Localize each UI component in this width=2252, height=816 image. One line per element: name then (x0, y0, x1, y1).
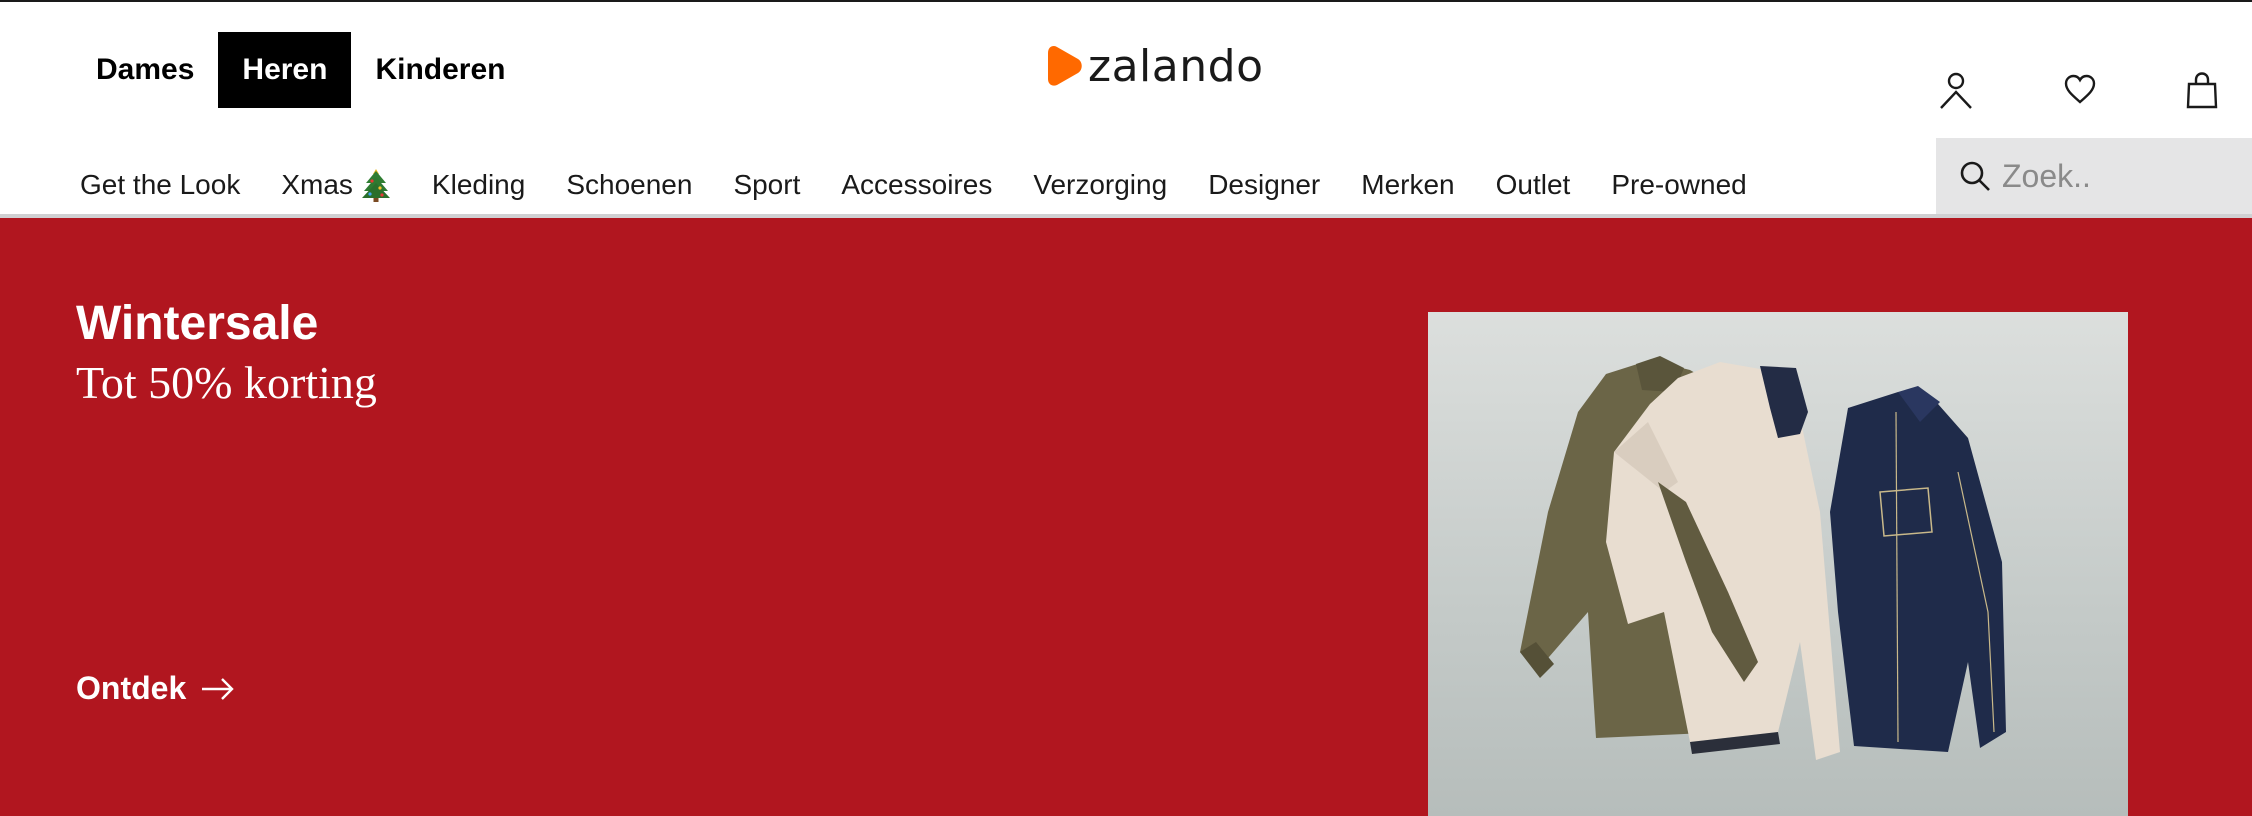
shopping-bag-icon (2186, 72, 2218, 109)
heart-icon (2064, 74, 2096, 104)
category-pre-owned[interactable]: Pre-owned (1611, 169, 1746, 201)
arrow-right-icon (202, 677, 234, 700)
category-get-the-look[interactable]: Get the Look (80, 169, 240, 201)
hero-banner[interactable]: Wintersale Tot 50% korting Ontdek (0, 218, 2252, 816)
category-nav: Get the Look Xmas Kleding Schoenen Sport… (80, 164, 1788, 206)
wishlist-button[interactable] (2058, 66, 2102, 114)
hero-cta-link[interactable]: Ontdek (76, 670, 236, 707)
cart-button[interactable] (2180, 66, 2224, 114)
category-schoenen[interactable]: Schoenen (566, 169, 692, 201)
hanging-jackets-image (1520, 356, 2006, 760)
gender-tab-dames[interactable]: Dames (72, 32, 218, 108)
hero-product-image[interactable] (1428, 312, 2128, 816)
gender-tab-kinderen[interactable]: Kinderen (351, 32, 529, 108)
christmas-tree-icon (361, 167, 391, 203)
user-icon (1940, 72, 1972, 109)
search-icon (1960, 161, 1990, 191)
category-xmas[interactable]: Xmas (281, 167, 391, 203)
category-accessoires[interactable]: Accessoires (841, 169, 992, 201)
category-verzorging[interactable]: Verzorging (1033, 169, 1167, 201)
logo-text: zalando (1088, 40, 1264, 92)
category-designer[interactable]: Designer (1208, 169, 1320, 201)
user-account-button[interactable] (1934, 66, 1978, 114)
category-kleding[interactable]: Kleding (432, 169, 525, 201)
zalando-logo[interactable]: zalando (1044, 40, 1263, 92)
hero-title: Wintersale (76, 297, 319, 350)
hero-cta-label: Ontdek (76, 670, 187, 706)
gender-nav: Dames Heren Kinderen (72, 32, 529, 108)
search-box[interactable] (1936, 138, 2252, 214)
category-merken[interactable]: Merken (1361, 169, 1454, 201)
hero-subtitle: Tot 50% korting (76, 357, 377, 408)
top-border (0, 0, 2252, 2)
search-input[interactable] (2002, 157, 2232, 195)
gender-tab-heren[interactable]: Heren (218, 32, 352, 108)
zalando-flag-icon (1048, 46, 1082, 86)
category-xmas-label: Xmas (281, 169, 353, 200)
category-sport[interactable]: Sport (733, 169, 800, 201)
category-outlet[interactable]: Outlet (1496, 169, 1571, 201)
